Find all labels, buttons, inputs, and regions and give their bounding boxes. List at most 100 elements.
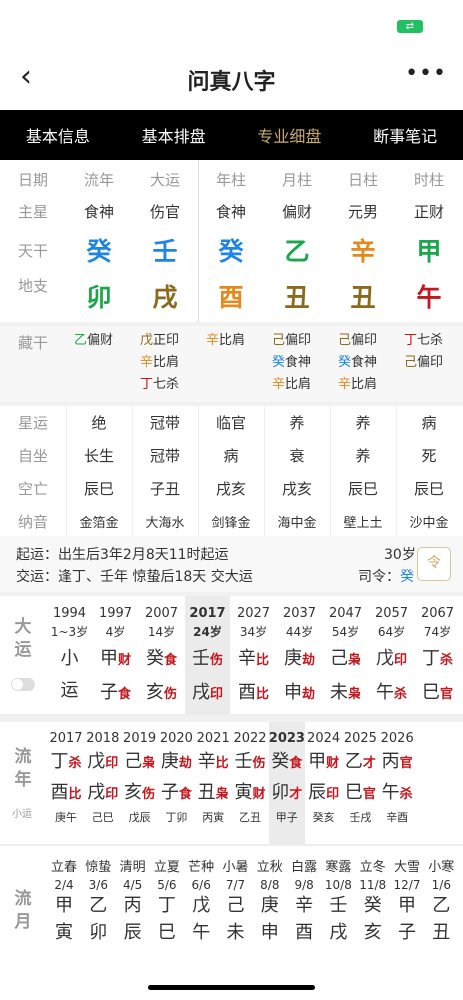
liuyue-item[interactable]: 立秋 8/8 庚申 <box>252 846 288 946</box>
xingyun-value: 冠带 <box>149 413 180 432</box>
liuyue-item[interactable]: 大雪 12/7 甲子 <box>389 846 425 946</box>
liunian-item[interactable]: 2024 甲财辰印癸亥 <box>306 722 342 844</box>
liuyue-gan: 戊 <box>192 895 211 916</box>
dayun-char: 小 <box>60 648 79 669</box>
liunian-section: 流年 小运 2017 丁杀酉比庚午 2018 戊印戌印己巳 2019 己枭亥伤戊辰 2020… <box>0 722 463 846</box>
liuyue-zhi: 午 <box>192 922 211 943</box>
liunian-item[interactable]: 2025 乙才巳官壬戌 <box>342 722 378 844</box>
liuyue-item[interactable]: 小暑 7/7 己未 <box>218 846 254 946</box>
kongwang-value: 辰巳 <box>347 479 378 498</box>
canggan-shen: 七杀 <box>153 377 180 392</box>
liuyue-gan: 庚 <box>260 895 279 916</box>
liunian-shishen: 官 <box>399 756 413 771</box>
canggan-shen: 七杀 <box>417 333 444 348</box>
header-year-pillar: 年柱 <box>215 170 246 189</box>
canggan-char: 辛 <box>140 355 154 370</box>
xingyun-value: 临官 <box>215 413 246 432</box>
liuyue-item[interactable]: 立夏 5/6 丁巳 <box>149 846 185 946</box>
liuyue-date: 6/6 <box>191 878 211 892</box>
liunian-item[interactable]: 2023 癸食卯才甲子 <box>268 722 305 844</box>
liunian-ganzhi: 庚劫 <box>158 748 194 777</box>
dayun-char: 庚 <box>283 648 302 669</box>
dizhi-char: 午 <box>416 283 442 312</box>
dayun-item[interactable]: 2027 34岁辛比酉比 <box>231 596 276 714</box>
tab-notes[interactable]: 断事笔记 <box>347 123 463 147</box>
zizuo-value: 养 <box>355 446 371 465</box>
kongwang-row: 空亡 辰巳 子丑 戌亥 戌亥 辰巳 辰巳 <box>0 472 463 504</box>
canggan-char: 辛 <box>206 333 220 348</box>
liunian-year: 2018 <box>86 731 120 746</box>
tab-basic-chart[interactable]: 基本排盘 <box>116 123 232 147</box>
more-icon[interactable]: ••• <box>405 63 447 85</box>
liuyue-zhi: 巳 <box>157 922 176 943</box>
dayun-item[interactable]: 1994 1~3岁小运 <box>47 596 92 714</box>
liunian-item[interactable]: 2021 辛比丑枭丙寅 <box>195 722 231 844</box>
liunian-ganzhi: 卯才 <box>269 779 305 808</box>
liuyue-item[interactable]: 寒露 10/8 壬戌 <box>320 846 356 946</box>
liunian-char: 庚 <box>160 751 179 772</box>
liuyue-gan: 丁 <box>157 895 176 916</box>
nayin-value: 剑锋金 <box>211 515 251 531</box>
dayun-item[interactable]: 2037 44岁庚劫申劫 <box>277 596 322 714</box>
dayun-char: 戌 <box>191 682 210 703</box>
liuyue-item[interactable]: 立冬 11/8 癸亥 <box>355 846 391 946</box>
liuyue-gan: 甲 <box>55 895 73 916</box>
liunian-char: 午 <box>381 782 400 803</box>
status-bar: ⇄ <box>0 0 463 50</box>
canggan-char: 己 <box>272 333 286 348</box>
xiaoyun-ganzhi: 甲子 <box>275 811 298 824</box>
header-month-pillar: 月柱 <box>281 170 312 189</box>
liuyue-item[interactable]: 小寒 1/6 乙丑 <box>423 846 459 946</box>
dayun-char: 酉 <box>237 682 256 703</box>
liunian-item[interactable]: 2018 戊印戌印己巳 <box>85 722 121 844</box>
nayin-value: 海中金 <box>277 515 317 531</box>
tab-pro-chart[interactable]: 专业细盘 <box>232 123 348 147</box>
dayun-shishen: 食 <box>163 653 177 668</box>
dayun-shishen: 印 <box>393 653 407 668</box>
liunian-item[interactable]: 2017 丁杀酉比庚午 <box>48 722 84 844</box>
dayun-ganzhi: 庚劫 <box>277 646 322 674</box>
xiaoyun-ganzhi: 丁卯 <box>165 811 188 824</box>
dayun-shishen: 比 <box>255 653 269 668</box>
liuyue-gan: 壬 <box>329 895 348 916</box>
kongwang-value: 戌亥 <box>215 479 246 498</box>
liuyue-item[interactable]: 清明 4/5 丙辰 <box>115 846 151 946</box>
dayun-item[interactable]: 2017 24岁壬伤戌印 <box>185 596 230 714</box>
dayun-item[interactable]: 2067 74岁丁杀巳官 <box>415 596 460 714</box>
liunian-item[interactable]: 2019 己枭亥伤戊辰 <box>122 722 158 844</box>
liuyue-item[interactable]: 惊蛰 3/6 乙卯 <box>80 846 116 946</box>
liunian-item[interactable]: 2026 丙官午杀辛酉 <box>379 722 415 844</box>
home-indicator[interactable] <box>148 985 315 990</box>
tab-basic-info[interactable]: 基本信息 <box>0 123 116 147</box>
dayun-item[interactable]: 2057 64岁戊印午杀 <box>369 596 414 714</box>
dayun-shishen: 劫 <box>301 687 315 702</box>
dayun-age: 44岁 <box>285 625 314 639</box>
dayun-item[interactable]: 1997 4岁甲财子食 <box>93 596 138 714</box>
dayun-item[interactable]: 2047 54岁己枭未枭 <box>323 596 368 714</box>
liunian-item[interactable]: 2020 庚劫子食丁卯 <box>158 722 194 844</box>
liunian-item[interactable]: 2022 壬伤寅财乙丑 <box>232 722 268 844</box>
liuyue-item[interactable]: 芒种 6/6 戊午 <box>183 846 219 946</box>
tab-bar: 基本信息 基本排盘 专业细盘 断事笔记 <box>0 110 463 160</box>
canggan-col: 己偏印 癸食神 辛比肩 <box>330 330 396 402</box>
liunian-char: 亥 <box>124 782 143 803</box>
liuyue-zhi: 卯 <box>89 922 108 943</box>
dayun-ganzhi: 未枭 <box>323 680 368 708</box>
header-day-pillar: 日柱 <box>347 170 378 189</box>
ling-button[interactable]: 令 <box>417 547 451 581</box>
liuyue-date: 7/7 <box>225 878 246 892</box>
dayun-item[interactable]: 2007 14岁癸食亥伤 <box>139 596 184 714</box>
dayun-shishen: 枭 <box>347 687 361 702</box>
xiaoyun-toggle[interactable] <box>11 678 35 691</box>
dayun-year: 2047 <box>328 606 363 621</box>
canggan-col: 乙偏财 <box>66 330 132 402</box>
liunian-ganzhi: 辰印 <box>306 779 342 808</box>
dayun-ganzhi: 辛比 <box>231 646 276 674</box>
xingyun-row: 星运 绝 冠带 临官 养 养 病 <box>0 406 463 438</box>
zizuo-value: 冠带 <box>149 446 180 465</box>
dayun-char: 申 <box>283 682 302 703</box>
liuyue-item[interactable]: 白露 9/8 辛酉 <box>286 846 322 946</box>
liunian-shishen: 印 <box>326 787 340 802</box>
liuyue-item[interactable]: 立春 2/4 甲寅 <box>46 846 82 946</box>
main-star: 食神 <box>83 202 114 221</box>
